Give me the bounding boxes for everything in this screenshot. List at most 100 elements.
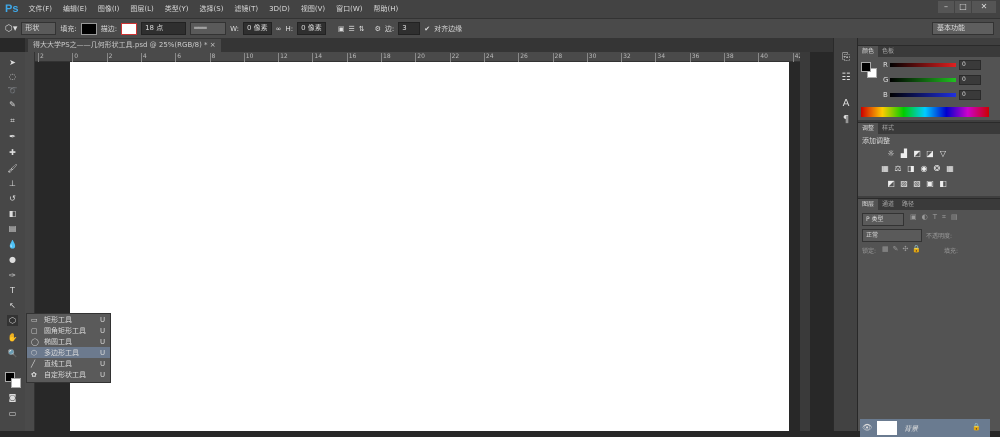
document-tab[interactable]: 得大大学PS之——几何形状工具.psd @ 25%(RGB/8) * × bbox=[28, 39, 221, 52]
menu-help[interactable]: 帮助(H) bbox=[374, 4, 399, 14]
crop-tool-icon[interactable]: ⌗ bbox=[7, 115, 18, 126]
brightness-icon[interactable]: ☼ bbox=[886, 149, 896, 158]
menu-select[interactable]: 选择(S) bbox=[200, 4, 224, 14]
menu-image[interactable]: 图像(I) bbox=[98, 4, 120, 14]
menu-layer[interactable]: 图层(L) bbox=[130, 4, 153, 14]
path-select-tool-icon[interactable]: ↖ bbox=[7, 300, 18, 311]
blur-tool-icon[interactable]: 💧 bbox=[7, 239, 18, 250]
eyedropper-tool-icon[interactable]: ✒ bbox=[7, 131, 18, 142]
tab-adjustments[interactable]: 调整 bbox=[858, 123, 879, 134]
foreground-color[interactable] bbox=[861, 62, 871, 72]
menu-filter[interactable]: 滤镜(T) bbox=[234, 4, 258, 14]
tab-swatches[interactable]: 色板 bbox=[878, 46, 898, 57]
flyout-item-rectangle[interactable]: ▭ 矩形工具 U bbox=[27, 314, 110, 325]
menu-3d[interactable]: 3D(D) bbox=[269, 5, 290, 13]
workspace-select[interactable]: 基本功能 bbox=[932, 22, 994, 35]
tab-channels[interactable]: 通道 bbox=[878, 199, 898, 210]
properties-panel-icon[interactable]: ☷ bbox=[839, 72, 853, 86]
history-brush-icon[interactable]: ↺ bbox=[7, 193, 18, 204]
quick-mask-icon[interactable]: ◙ bbox=[7, 392, 18, 403]
history-panel-icon[interactable]: ⎘ bbox=[839, 52, 853, 66]
zoom-tool-icon[interactable]: 🔍 bbox=[7, 348, 18, 359]
stamp-tool-icon[interactable]: ⊥ bbox=[7, 178, 18, 189]
layer-filter-icons[interactable]: ▣◐T⌗▤ bbox=[910, 213, 963, 222]
link-icon[interactable]: ∞ bbox=[276, 25, 282, 33]
layer-row-background[interactable]: 👁 背景 🔒 bbox=[860, 419, 990, 437]
brush-tool-icon[interactable]: 🖌 bbox=[7, 163, 18, 174]
shape-tool-icon[interactable]: ⬡ bbox=[7, 315, 18, 326]
character-panel-icon[interactable]: A bbox=[839, 98, 853, 112]
polygon-tool-preset-icon[interactable]: ⬡▾ bbox=[5, 24, 17, 34]
flyout-item-rounded-rectangle[interactable]: ▢ 圆角矩形工具 U bbox=[27, 325, 110, 336]
eraser-tool-icon[interactable]: ◧ bbox=[7, 208, 18, 219]
menu-edit[interactable]: 编辑(E) bbox=[63, 4, 87, 14]
color-lookup-icon[interactable]: ▦ bbox=[945, 164, 955, 173]
paragraph-panel-icon[interactable]: ¶ bbox=[839, 114, 853, 128]
width-field[interactable]: 0 像素 bbox=[242, 22, 272, 35]
layer-filter-select[interactable]: P 类型 bbox=[862, 213, 904, 226]
mode-select[interactable]: 形状 bbox=[21, 22, 57, 35]
stroke-swatch[interactable] bbox=[121, 22, 138, 35]
lock-icons[interactable]: ▦✎✣🔒 bbox=[882, 245, 925, 253]
path-arrangement-icon[interactable]: ⇅ bbox=[359, 25, 365, 33]
gradient-tool-icon[interactable]: ▤ bbox=[7, 223, 18, 234]
flyout-item-ellipse[interactable]: ◯ 椭圆工具 U bbox=[27, 336, 110, 347]
minimize-button[interactable]: – bbox=[938, 1, 954, 13]
flyout-item-line[interactable]: ╱ 直线工具 U bbox=[27, 358, 110, 369]
levels-icon[interactable]: ▟ bbox=[899, 149, 909, 158]
green-value[interactable]: 0 bbox=[959, 75, 981, 85]
flyout-item-polygon[interactable]: ⬡ 多边形工具 U bbox=[27, 347, 110, 358]
hand-tool-icon[interactable]: ✋ bbox=[7, 332, 18, 343]
blue-value[interactable]: 0 bbox=[959, 90, 981, 100]
menu-file[interactable]: 文件(F) bbox=[28, 4, 52, 14]
document-canvas[interactable] bbox=[70, 62, 789, 431]
hue-saturation-icon[interactable]: ▦ bbox=[880, 164, 890, 173]
channel-mixer-icon[interactable]: ❂ bbox=[932, 164, 942, 173]
tab-paths[interactable]: 路径 bbox=[898, 199, 918, 210]
tab-color[interactable]: 颜色 bbox=[858, 46, 879, 57]
blue-slider[interactable] bbox=[890, 93, 956, 97]
vibrance-icon[interactable]: ▽ bbox=[938, 149, 948, 158]
red-value[interactable]: 0 bbox=[959, 60, 981, 70]
threshold-icon[interactable]: ▧ bbox=[912, 179, 922, 188]
healing-brush-icon[interactable]: ✚ bbox=[7, 147, 18, 158]
tab-layers[interactable]: 图层 bbox=[858, 199, 879, 210]
stroke-width-field[interactable]: 18 点 bbox=[141, 22, 187, 35]
invert-icon[interactable]: ◩ bbox=[886, 179, 896, 188]
tab-styles[interactable]: 样式 bbox=[878, 123, 898, 134]
move-tool-icon[interactable]: ➤ bbox=[7, 57, 18, 68]
selective-color-icon[interactable]: ◧ bbox=[938, 179, 948, 188]
color-ramp[interactable] bbox=[861, 107, 989, 117]
sides-field[interactable]: 3 bbox=[398, 22, 421, 35]
color-balance-icon[interactable]: ⚖ bbox=[893, 164, 903, 173]
black-white-icon[interactable]: ◨ bbox=[906, 164, 916, 173]
curves-icon[interactable]: ◩ bbox=[912, 149, 922, 158]
menu-view[interactable]: 视图(V) bbox=[301, 4, 325, 14]
menu-type[interactable]: 类型(Y) bbox=[165, 4, 189, 14]
posterize-icon[interactable]: ▨ bbox=[899, 179, 909, 188]
quick-select-tool-icon[interactable]: ✎ bbox=[7, 99, 18, 110]
fill-swatch[interactable] bbox=[80, 22, 97, 35]
stroke-type-select[interactable]: ═══ bbox=[190, 22, 227, 35]
height-field[interactable]: 0 像素 bbox=[297, 22, 326, 35]
dodge-tool-icon[interactable]: ● bbox=[7, 254, 18, 265]
blend-mode-select[interactable]: 正常 bbox=[862, 229, 922, 242]
green-slider[interactable] bbox=[890, 78, 956, 82]
exposure-icon[interactable]: ◪ bbox=[925, 149, 935, 158]
close-tab-icon[interactable]: × bbox=[210, 41, 216, 49]
lasso-tool-icon[interactable]: ➰ bbox=[7, 85, 18, 96]
close-button[interactable]: ✕ bbox=[972, 1, 996, 13]
pen-tool-icon[interactable]: ✑ bbox=[7, 270, 18, 281]
type-tool-icon[interactable]: T bbox=[7, 285, 18, 296]
red-slider[interactable] bbox=[890, 63, 956, 67]
gradient-map-icon[interactable]: ▣ bbox=[925, 179, 935, 188]
menu-window[interactable]: 窗口(W) bbox=[336, 4, 362, 14]
align-edges-checkbox[interactable]: ✔ bbox=[424, 25, 430, 33]
background-color-swatch[interactable] bbox=[11, 378, 21, 388]
screen-mode-icon[interactable]: ▭ bbox=[7, 408, 18, 419]
path-operations-icon[interactable]: ▣ bbox=[338, 25, 345, 33]
marquee-tool-icon[interactable]: ◌ bbox=[7, 71, 18, 82]
gear-icon[interactable]: ⚙ bbox=[375, 25, 381, 33]
vertical-scrollbar[interactable] bbox=[800, 52, 810, 431]
maximize-button[interactable]: □ bbox=[955, 1, 971, 13]
